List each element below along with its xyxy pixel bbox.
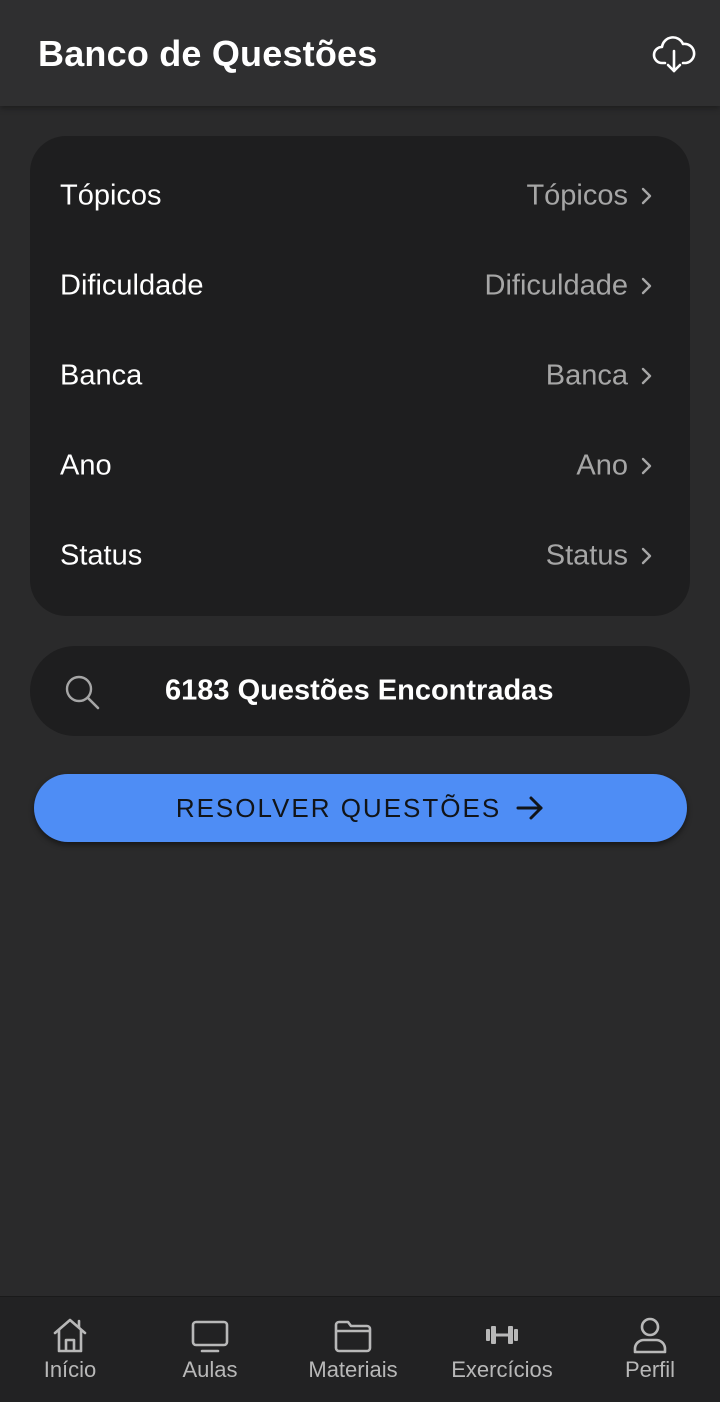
filter-row-topicos[interactable]: Tópicos Tópicos <box>30 151 690 241</box>
filter-label: Tópicos <box>60 179 162 212</box>
chevron-right-icon <box>641 367 652 385</box>
filter-row-banca[interactable]: Banca Banca <box>30 331 690 421</box>
filter-label: Banca <box>60 359 143 392</box>
filter-row-status[interactable]: Status Status <box>30 511 690 601</box>
person-icon <box>633 1317 667 1354</box>
home-icon <box>53 1318 87 1353</box>
nav-label: Materiais <box>308 1357 398 1382</box>
filter-value: Ano <box>576 449 628 482</box>
filter-value: Status <box>545 539 628 572</box>
filter-label: Dificuldade <box>60 269 204 302</box>
filter-value: Banca <box>545 359 628 392</box>
filter-value: Dificuldade <box>484 269 628 302</box>
nav-label: Exercícios <box>451 1357 553 1382</box>
nav-label: Perfil <box>624 1357 676 1382</box>
nav-item-perfil[interactable]: Perfil <box>578 1297 720 1402</box>
app-bar: Banco de Questões <box>0 0 720 106</box>
nav-item-exercicios[interactable]: Exercícios <box>430 1297 574 1402</box>
filter-row-ano[interactable]: Ano Ano <box>30 421 690 511</box>
filter-value: Tópicos <box>526 179 628 212</box>
nav-label: Início <box>43 1357 97 1382</box>
chevron-right-icon <box>641 187 652 205</box>
nav-item-aulas[interactable]: Aulas <box>138 1297 282 1402</box>
chevron-right-icon <box>641 457 652 475</box>
questions-count: 6183 Questões Encontradas <box>165 674 554 707</box>
tv-icon <box>191 1320 229 1353</box>
chevron-right-icon <box>641 547 652 565</box>
cloud-download-button[interactable] <box>650 30 698 78</box>
filter-card: Tópicos Tópicos Dificuldade Dificuldade … <box>30 136 690 616</box>
search-icon <box>65 675 100 710</box>
filter-label: Status <box>60 539 143 572</box>
solve-button-label: RESOLVER QUESTÕES <box>175 792 502 823</box>
nav-item-inicio[interactable]: Início <box>0 1297 142 1402</box>
dumbbell-icon <box>486 1326 518 1344</box>
arrow-right-icon <box>516 796 543 820</box>
filter-label: Ano <box>60 449 112 482</box>
results-search-bar[interactable]: 6183 Questões Encontradas <box>30 646 690 736</box>
nav-label: Aulas <box>182 1357 238 1382</box>
page-title: Banco de Questões <box>38 33 378 74</box>
chevron-right-icon <box>641 277 652 295</box>
filter-row-dificuldade[interactable]: Dificuldade Dificuldade <box>30 241 690 331</box>
folder-icon <box>334 1320 372 1353</box>
cloud-download-icon <box>652 36 696 73</box>
bottom-navigation: Início Aulas Materiais Exercícios Perfil <box>0 1296 720 1402</box>
nav-item-materiais[interactable]: Materiais <box>281 1297 425 1402</box>
solve-questions-button[interactable]: RESOLVER QUESTÕES <box>34 774 687 842</box>
